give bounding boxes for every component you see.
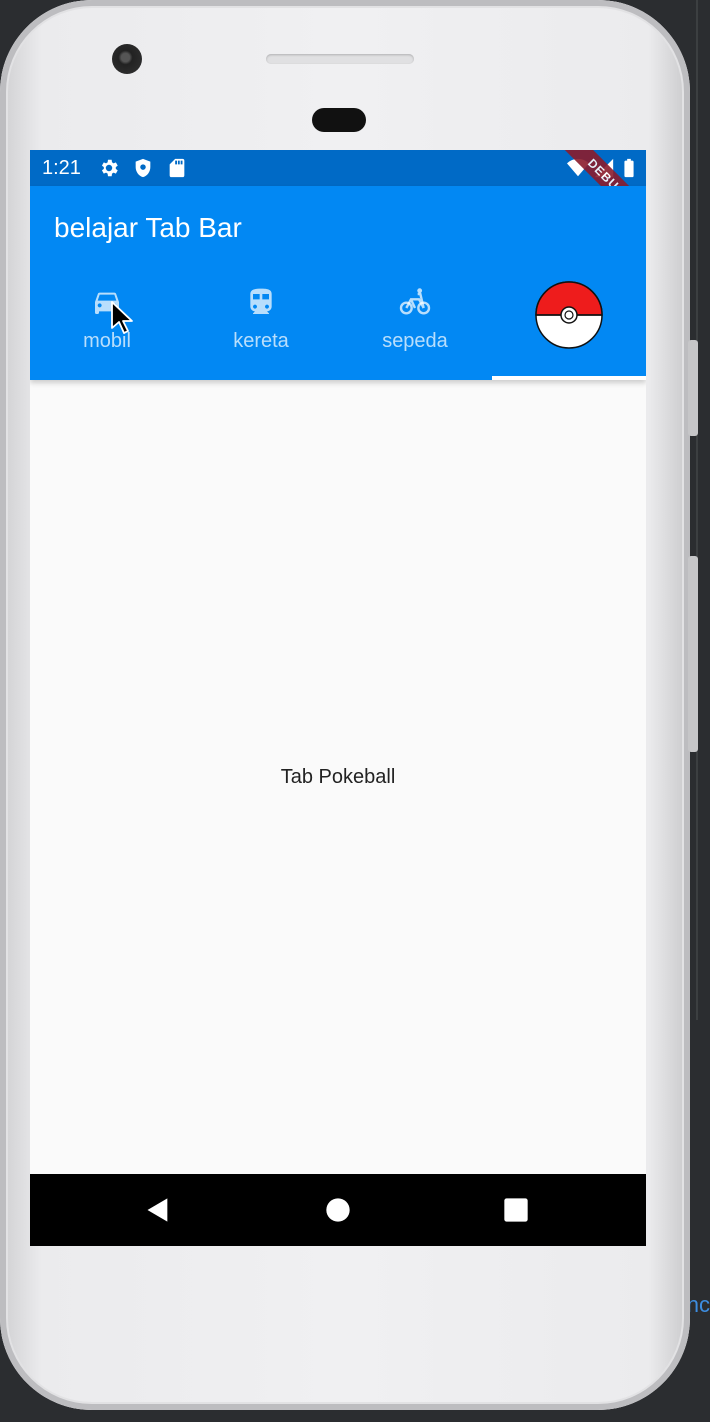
shield-icon <box>135 158 151 178</box>
top-grille <box>266 54 414 64</box>
recents-icon[interactable] <box>502 1196 530 1224</box>
tab-pokeball[interactable] <box>492 278 646 380</box>
phone-frame: 1:21 DEBUG belajar Tab Bar mobil kereta … <box>0 0 698 1410</box>
tab-label: sepeda <box>382 330 448 352</box>
app-bar: belajar Tab Bar mobil kereta sepeda <box>30 186 646 380</box>
page-title: belajar Tab Bar <box>54 212 242 243</box>
power-button <box>688 556 698 752</box>
tab-kereta[interactable]: kereta <box>184 278 338 380</box>
tab-label: mobil <box>83 330 131 352</box>
system-nav-bar <box>30 1174 646 1246</box>
volume-button <box>688 340 698 436</box>
tab-indicator <box>492 376 646 380</box>
mouse-cursor-icon <box>111 301 133 334</box>
tab-sepeda[interactable]: sepeda <box>338 278 492 380</box>
settings-icon <box>101 159 118 177</box>
ide-divider <box>696 0 698 1020</box>
front-camera <box>112 44 142 74</box>
ide-text-fragment: nc <box>686 1292 710 1317</box>
back-icon[interactable] <box>144 1196 172 1224</box>
pokeball-icon <box>535 281 603 349</box>
battery-icon <box>624 158 634 178</box>
tab-mobil[interactable]: mobil <box>30 278 184 380</box>
status-time: 1:21 <box>42 157 81 179</box>
tab-content-text: Tab Pokeball <box>280 766 396 788</box>
status-bar: 1:21 DEBUG <box>30 150 646 239</box>
home-icon[interactable] <box>324 1196 352 1224</box>
earpiece <box>312 108 366 132</box>
sd-card-icon <box>169 158 185 178</box>
bicycle-icon <box>399 288 431 315</box>
ide-background <box>696 0 710 1422</box>
train-icon <box>250 288 272 314</box>
tab-label: kereta <box>233 330 289 352</box>
